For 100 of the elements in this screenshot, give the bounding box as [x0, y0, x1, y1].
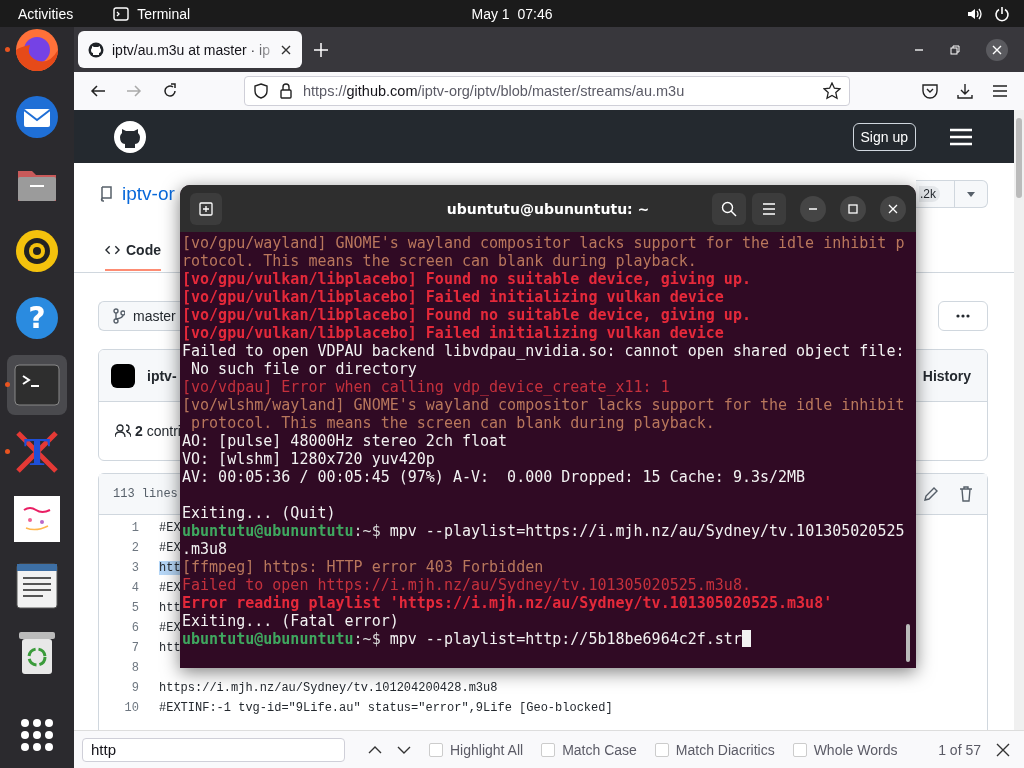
maximize-button[interactable] [840, 195, 866, 222]
help-icon: ? [16, 296, 58, 339]
code-line: https://i.mjh.nz/au/Sydney/tv.101204200428.m3u8 [159, 681, 498, 695]
menu-icon [762, 202, 776, 215]
terminal-line: ubuntutu@ubununtutu:~$ mpv --playlist=https://i.mjh.nz/au/Sydney/tv.101305020525 [182, 522, 905, 540]
trash-icon [17, 629, 57, 676]
terminal-line: ubuntutu@ubununtutu:~$ mpv --playlist=http://5b18be6964c2f.str [182, 630, 742, 648]
terminal-line: .m3u8 [182, 540, 228, 558]
branch-button[interactable]: master [98, 301, 180, 331]
pencil-icon[interactable] [923, 486, 939, 502]
contributors-link[interactable]: 2 contri [135, 423, 181, 439]
people-icon [115, 424, 131, 438]
minimize-icon [808, 207, 818, 210]
terminal-line: No such file or directory [190, 360, 417, 378]
line-number: 5 [130, 601, 139, 615]
close-button[interactable] [880, 195, 906, 222]
download-icon[interactable] [957, 83, 973, 99]
line-number: 4 [130, 581, 139, 595]
image-icon [14, 495, 60, 542]
power-icon[interactable] [994, 5, 1010, 22]
terminal-line: [vo/gpu/vulkan/libplacebo] Failed initializing vulkan device [182, 288, 724, 306]
new-tab-icon[interactable] [314, 42, 328, 57]
line-number: 10 [123, 701, 139, 715]
shield-icon[interactable] [253, 83, 269, 99]
code-line: #EX [159, 621, 181, 635]
terminal-line: Failed to open VDPAU backend libvdpau_nvidia.so: cannot open shared object file: [182, 342, 905, 360]
checkbox[interactable] [541, 742, 556, 757]
cat-logo-icon [88, 41, 104, 58]
avatar [111, 363, 135, 388]
activities-button[interactable]: Activities [18, 5, 74, 22]
terminal-line: [vo/gpu/vulkan/libplacebo] Failed initializing vulkan device [182, 324, 724, 342]
line-number: 8 [130, 661, 139, 675]
trash-icon[interactable] [959, 486, 973, 502]
terminal-line: Error reading playlist 'https://i.mjh.nz/au/Sydney/tv.101305020525.m3u8' [182, 594, 833, 612]
lock-icon[interactable] [279, 83, 293, 99]
terminal-line: Exiting... (Fatal error) [182, 612, 399, 630]
history-link[interactable]: History [922, 367, 971, 384]
window-title: ubuntutu@ubununtutu: ~ [446, 200, 650, 217]
reload-icon[interactable] [162, 83, 178, 99]
terminal-icon [113, 6, 130, 21]
code-tab[interactable]: Code [105, 230, 161, 271]
maximize-icon [848, 203, 858, 214]
browser-tab[interactable]: iptv/au.m3u at master · ip [78, 31, 302, 68]
scrollbar-thumb[interactable] [1016, 118, 1022, 198]
scrollbar-thumb[interactable] [906, 624, 910, 662]
code-line: #EXTINF:-1 tvg-id="9Life.au" status="error",9Life [Geo-blocked] [159, 701, 613, 715]
new-tab-button[interactable] [190, 192, 222, 225]
close-icon[interactable] [986, 38, 1008, 61]
checkbox[interactable] [429, 742, 443, 757]
menu-button[interactable] [752, 192, 786, 225]
checkbox-label[interactable]: Match Diacritics [675, 741, 775, 758]
checkbox[interactable] [792, 742, 807, 757]
terminal-line: [vo/vdpau] Error when calling vdp_device_create_x11: 1 [182, 378, 670, 396]
code-line: #EX [159, 541, 181, 555]
terminal-line: AV: 00:05:36 / 00:05:45 (97%) A-V: 0.000 Dropped: 15 Cache: 9.3s/2MB [182, 468, 806, 486]
cat-logo-icon[interactable] [114, 120, 146, 153]
code-line: htt [159, 601, 181, 615]
terminal-line: AO: [pulse] 48000Hz stereo 2ch float [182, 432, 508, 450]
close-icon[interactable] [280, 43, 292, 56]
terminal-line: Exiting... (Quit) [182, 504, 336, 522]
plus-icon [199, 201, 213, 216]
find-field[interactable]: http [82, 737, 345, 762]
minimize-button[interactable] [800, 195, 826, 222]
back-icon[interactable] [90, 83, 106, 99]
terminal-line: protocol. This means the screen can blank during playback. [190, 414, 715, 432]
checkbox[interactable] [654, 742, 669, 757]
terminal-line: [ffmpeg] https: HTTP error 403 Forbidden [182, 558, 544, 576]
search-button[interactable] [712, 192, 746, 225]
checkbox-label[interactable]: Match Case [562, 741, 637, 758]
app-menu[interactable]: Terminal [113, 5, 191, 22]
checkbox-label[interactable]: Whole Words [813, 741, 898, 758]
menu-icon[interactable] [992, 84, 1008, 98]
line-number: 9 [130, 681, 139, 695]
sign-up-button[interactable]: Sign up [852, 122, 916, 151]
clock[interactable]: May 1 07:46 [471, 5, 553, 22]
pocket-icon[interactable] [922, 83, 938, 99]
star-button[interactable]: .2k [916, 180, 955, 208]
dock-item[interactable]: ? [7, 287, 67, 348]
close-icon[interactable] [996, 742, 1010, 757]
line-number: 6 [130, 621, 139, 635]
repo-owner-link[interactable]: iptv-or [122, 183, 175, 205]
terminal-icon [14, 363, 60, 406]
terminal-line: [vo/wlshm/wayland] GNOME's wayland compositor lacks support for the idle inhibit [182, 396, 905, 414]
restore-icon[interactable] [950, 44, 960, 55]
line-number: 2 [130, 541, 139, 555]
line-number: 3 [130, 561, 139, 575]
code-line: #EX [159, 581, 181, 595]
bookmark-star-icon[interactable] [823, 82, 841, 100]
checkbox-label[interactable]: Highlight All [450, 741, 524, 758]
code-line: #EX [159, 521, 181, 535]
speaker-icon [14, 227, 60, 274]
branch-icon [113, 308, 125, 324]
previous-icon[interactable] [368, 745, 382, 754]
mail-icon [14, 93, 60, 140]
close-icon [888, 203, 898, 214]
terminal-line: VO: [wlshm] 1280x720 yuv420p [182, 450, 435, 468]
next-icon[interactable] [397, 745, 411, 754]
minimize-icon[interactable] [914, 48, 924, 51]
commit-author[interactable]: iptv- [147, 367, 177, 384]
dropdown-button[interactable] [955, 180, 988, 208]
